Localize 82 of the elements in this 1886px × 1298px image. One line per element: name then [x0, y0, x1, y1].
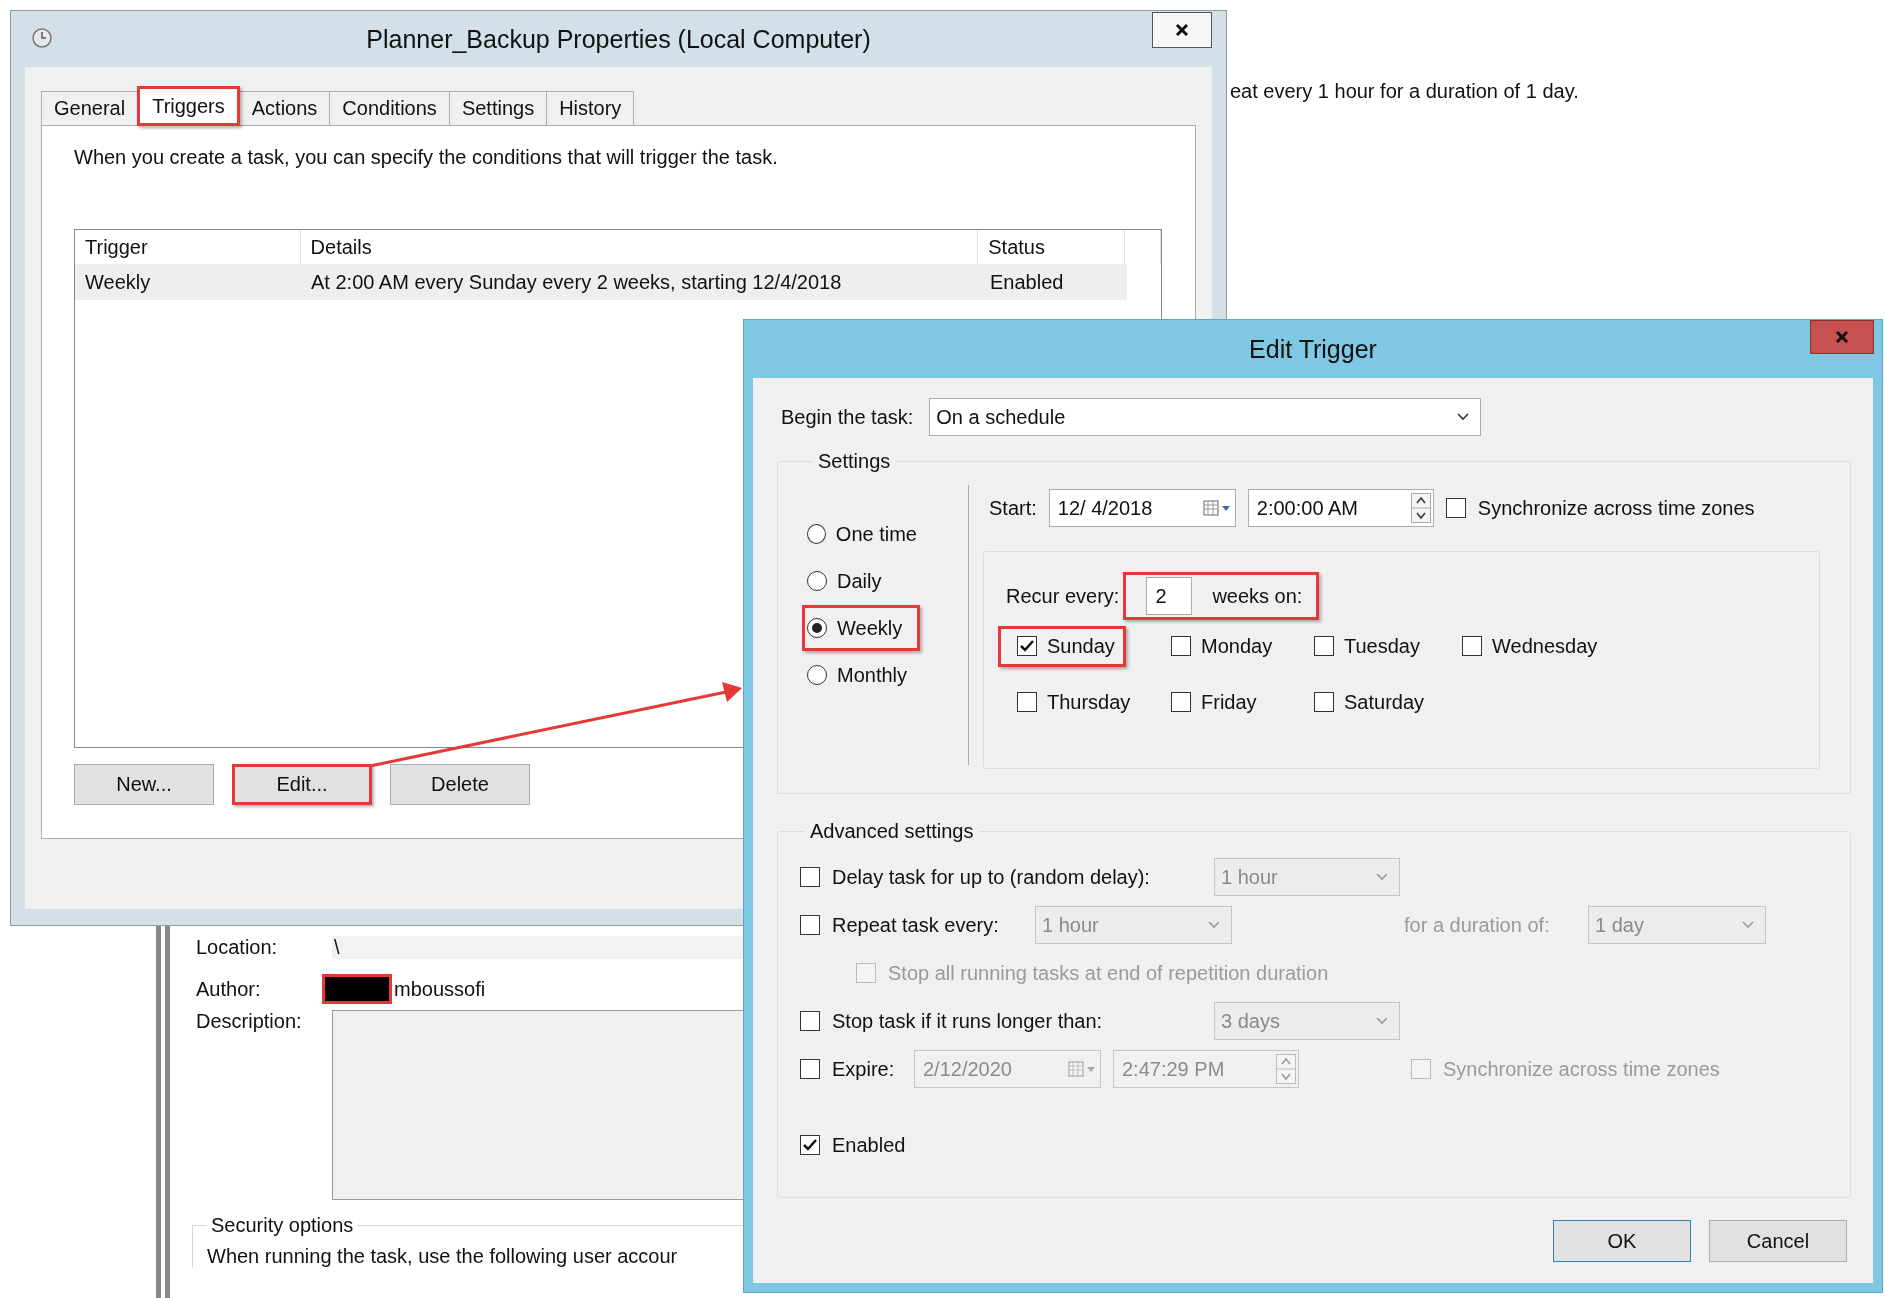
- radio-button[interactable]: [807, 571, 827, 591]
- radio-label[interactable]: One time: [835, 522, 917, 546]
- field-label: weeks on:: [1212, 584, 1303, 608]
- checkbox[interactable]: [800, 1011, 820, 1031]
- checkbox[interactable]: [1017, 636, 1037, 656]
- dialog-button[interactable]: Edit...: [232, 764, 372, 805]
- radio-button[interactable]: [807, 665, 827, 685]
- field-label: Recur every:: [1006, 584, 1120, 608]
- dialog-button[interactable]: New...: [74, 764, 214, 805]
- clock-icon: [31, 27, 53, 49]
- radio-label[interactable]: Monthly: [837, 663, 908, 687]
- checkbox[interactable]: [1462, 636, 1482, 656]
- checkbox-label[interactable]: Sunday: [1047, 634, 1115, 658]
- field-label: for a duration of:: [1404, 913, 1551, 937]
- checkbox-label[interactable]: Expire:: [832, 1057, 902, 1081]
- radio-label[interactable]: Weekly: [837, 616, 903, 640]
- table-cell-text: At 2:00 AM every Sunday every 2 weeks, starting 12/4/2018: [310, 270, 843, 294]
- checkbox-label[interactable]: Delay task for up to (random delay):: [832, 865, 1202, 889]
- checkbox-label[interactable]: Enabled: [832, 1133, 906, 1157]
- spin-buttons[interactable]: [1410, 493, 1431, 523]
- checkbox-label[interactable]: Repeat task every:: [832, 913, 1023, 937]
- chevron-down-icon: [1207, 920, 1221, 930]
- tab[interactable]: Triggers: [137, 86, 240, 126]
- checkbox[interactable]: [856, 963, 876, 983]
- background-text: eat every 1 hour for a duration of 1 day.: [1230, 80, 1579, 103]
- close-icon: [1174, 22, 1190, 38]
- checkbox[interactable]: [1171, 692, 1191, 712]
- field-label: Location:: [196, 935, 279, 959]
- intro-text: When you create a task, you can specify the conditions that will trigger the task.: [74, 146, 779, 169]
- checkbox[interactable]: [1411, 1059, 1431, 1079]
- tab[interactable]: General: [41, 91, 139, 125]
- group-title: Advanced settings: [809, 820, 975, 843]
- dialog-button[interactable]: Cancel: [1709, 1220, 1847, 1262]
- checkbox-label[interactable]: Friday: [1201, 690, 1257, 714]
- checkbox[interactable]: [800, 1135, 820, 1155]
- calendar-icon[interactable]: [1202, 500, 1231, 516]
- checkbox-label[interactable]: Stop task if it runs longer than:: [832, 1009, 1202, 1033]
- checkbox[interactable]: [1171, 636, 1191, 656]
- checkbox[interactable]: [800, 867, 820, 887]
- checkbox-label[interactable]: Monday: [1201, 634, 1273, 658]
- chevron-down-icon: [1375, 1016, 1389, 1026]
- table-cell-text: Weekly: [84, 270, 152, 294]
- checkbox-label[interactable]: Tuesday: [1344, 634, 1420, 658]
- table-cell-text: Enabled: [989, 270, 1065, 294]
- close-icon: [1834, 329, 1850, 345]
- tab[interactable]: History: [546, 91, 635, 125]
- begin-dropdown[interactable]: On a schedule: [929, 398, 1482, 436]
- checkbox-label[interactable]: Thursday: [1047, 690, 1131, 714]
- checkbox[interactable]: [1017, 692, 1037, 712]
- group-title: Settings: [817, 450, 892, 473]
- close-button[interactable]: [1152, 12, 1212, 48]
- field-label: Description:: [196, 1010, 303, 1033]
- field-label: Author:: [196, 977, 262, 1001]
- chevron-down-icon: [1456, 412, 1471, 422]
- field-label: Begin the task:: [781, 405, 914, 429]
- field-label: Start:: [989, 496, 1037, 520]
- chevron-down-icon: [1741, 920, 1755, 930]
- table-row[interactable]: Weekly At 2:00 AM every Sunday every 2 weeks, starting 12/4/2018 Enabled: [75, 264, 1127, 300]
- window-title: Planner_Backup Properties (Local Computer): [366, 24, 871, 54]
- group-title: Security options: [210, 1214, 355, 1237]
- checkbox-label[interactable]: Wednesday: [1492, 634, 1598, 658]
- dialog-button[interactable]: OK: [1553, 1220, 1691, 1262]
- radio-label[interactable]: Daily: [837, 569, 882, 593]
- description-field[interactable]: [332, 1010, 746, 1200]
- radio-button[interactable]: [807, 524, 826, 544]
- recur-field[interactable]: 2: [1146, 577, 1193, 615]
- checkbox-label[interactable]: Synchronize across time zones: [1477, 496, 1755, 520]
- checkbox[interactable]: [1445, 498, 1466, 518]
- dialog-button[interactable]: Delete: [390, 764, 530, 805]
- window-title: Edit Trigger: [1249, 334, 1377, 364]
- author-value: mboussofi: [393, 977, 486, 1001]
- checkbox-label[interactable]: Saturday: [1344, 690, 1425, 714]
- radio-button[interactable]: [807, 618, 827, 638]
- date-field[interactable]: 12/ 4/2018: [1048, 489, 1236, 527]
- time-field[interactable]: 2:00:00 AM: [1247, 489, 1434, 527]
- checkbox[interactable]: [800, 1059, 820, 1079]
- checkbox[interactable]: [1314, 692, 1334, 712]
- checkbox[interactable]: [1314, 636, 1334, 656]
- location-value: \: [332, 935, 746, 959]
- checkbox[interactable]: [800, 915, 820, 935]
- security-text: When running the task, use the following user accour: [207, 1245, 679, 1268]
- chevron-down-icon: [1375, 872, 1389, 882]
